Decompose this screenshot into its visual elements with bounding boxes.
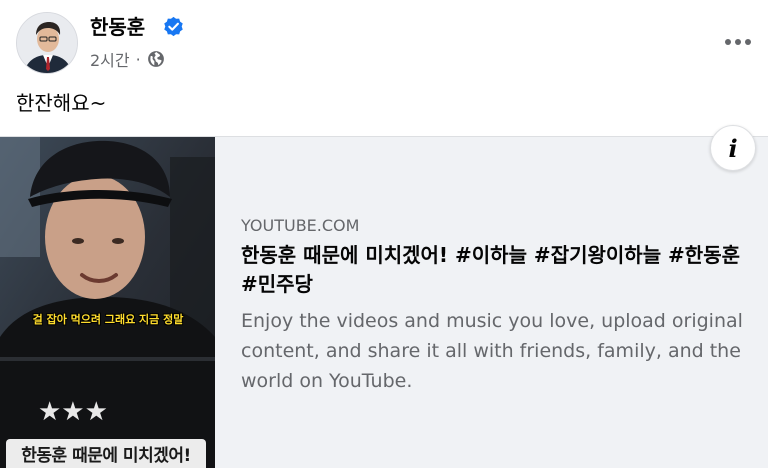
timestamp-link[interactable]: 2시간 (90, 47, 130, 71)
link-card-text: YOUTUBE.COM 한동훈 때문에 미치겠어! #이하늘 #잡기왕이하늘 #… (241, 215, 756, 396)
avatar[interactable] (16, 12, 78, 74)
post-meta: 2시간 · (90, 48, 165, 70)
link-info-button[interactable]: i (710, 125, 756, 171)
post-message: 한잔해요~ (16, 91, 107, 115)
thumbnail-subtitle: 걸 잡아 먹으려 그래요 지금 정말 (32, 313, 184, 326)
info-icon: i (728, 133, 738, 163)
link-domain: YOUTUBE.COM (241, 216, 360, 235)
more-horizontal-icon-dot (745, 39, 751, 45)
link-description: Enjoy the videos and music you love, upl… (241, 310, 743, 392)
video-thumbnail[interactable]: ★★★ 걸 잡아 먹으려 그래요 지금 정말 한동훈 때문에 미치겠어! (0, 137, 215, 468)
link-title[interactable]: 한동훈 때문에 미치겠어! #이하늘 #잡기왕이하늘 #한동훈 #민주당 (241, 241, 756, 299)
thumbnail-image: ★★★ (0, 137, 215, 468)
svg-text:★★★: ★★★ (38, 397, 108, 427)
more-horizontal-icon (725, 39, 731, 45)
verified-badge-icon (164, 16, 183, 37)
meta-separator: · (135, 49, 141, 69)
link-preview-card[interactable]: ★★★ 걸 잡아 먹으려 그래요 지금 정말 한동훈 때문에 미치겠어! YOU… (0, 125, 768, 468)
author-name[interactable]: 한동훈 (90, 14, 145, 40)
globe-icon[interactable] (147, 50, 165, 68)
avatar-image (17, 13, 77, 73)
post-header: 한동훈 2시간 · (0, 0, 768, 80)
thumbnail-caption: 한동훈 때문에 미치겠어! (6, 439, 206, 468)
more-options-button[interactable] (718, 22, 758, 62)
more-horizontal-icon-dot (735, 39, 741, 45)
